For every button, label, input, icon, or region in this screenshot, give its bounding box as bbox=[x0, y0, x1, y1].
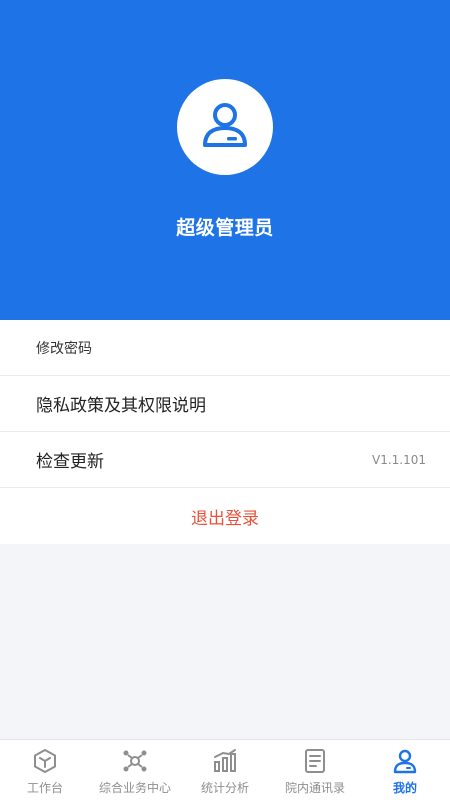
avatar[interactable] bbox=[177, 79, 273, 175]
network-icon bbox=[121, 747, 149, 775]
change-password-item[interactable]: 修改密码 bbox=[0, 320, 450, 376]
tab-business-center[interactable]: 综合业务中心 bbox=[90, 740, 180, 800]
cube-icon bbox=[31, 747, 59, 775]
settings-menu: 修改密码 隐私政策及其权限说明 检查更新 V1.1.101 退出登录 bbox=[0, 320, 450, 544]
bar-chart-icon bbox=[211, 747, 239, 775]
version-label: V1.1.101 bbox=[371, 452, 426, 467]
tab-label: 工作台 bbox=[26, 781, 63, 795]
user-name: 超级管理员 bbox=[176, 217, 274, 239]
change-password-label: 修改密码 bbox=[36, 340, 92, 357]
profile-header: 超级管理员 bbox=[0, 0, 450, 320]
book-icon bbox=[301, 747, 329, 775]
user-icon bbox=[391, 747, 419, 775]
privacy-policy-item[interactable]: 隐私政策及其权限说明 bbox=[0, 376, 450, 432]
privacy-policy-label: 隐私政策及其权限说明 bbox=[36, 396, 206, 416]
tab-workbench[interactable]: 工作台 bbox=[0, 740, 90, 800]
tab-contacts[interactable]: 院内通讯录 bbox=[270, 740, 360, 800]
tab-statistics[interactable]: 统计分析 bbox=[180, 740, 270, 800]
tab-label: 综合业务中心 bbox=[98, 781, 171, 795]
tab-mine[interactable]: 我的 bbox=[360, 740, 450, 800]
logout-button[interactable]: 退出登录 bbox=[0, 488, 450, 544]
bottom-tab-bar: 工作台 综合业务中心 统计分析 院内通讯录 我的 bbox=[0, 739, 450, 800]
check-update-label: 检查更新 bbox=[36, 452, 104, 472]
check-update-item[interactable]: 检查更新 V1.1.101 bbox=[0, 432, 450, 488]
tab-label: 院内通讯录 bbox=[284, 781, 345, 795]
tab-label: 统计分析 bbox=[200, 781, 249, 795]
tab-label: 我的 bbox=[392, 781, 417, 795]
user-icon bbox=[197, 97, 253, 157]
